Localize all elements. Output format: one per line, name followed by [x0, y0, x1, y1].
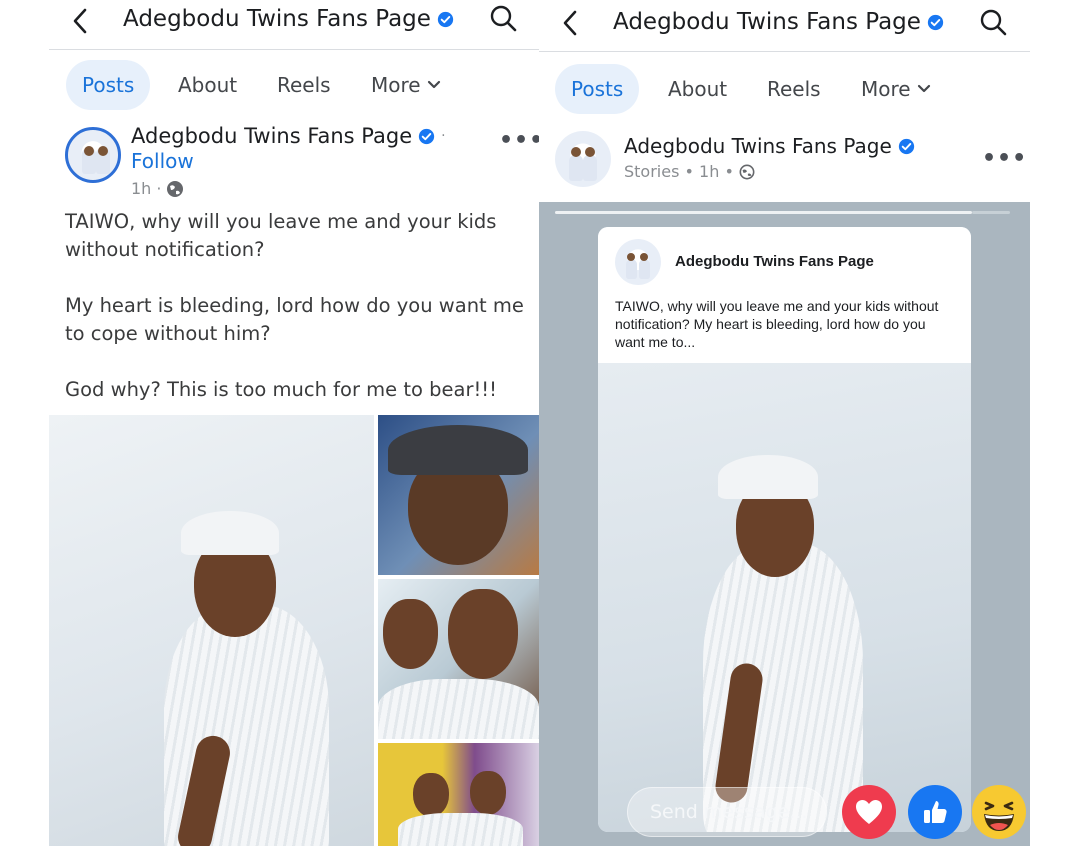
- top-bar: Adegbodu Twins Fans Page: [539, 0, 1030, 52]
- globe-icon: [739, 164, 755, 179]
- tab-more-label: More: [861, 77, 911, 101]
- search-icon[interactable]: [979, 8, 1009, 38]
- chevron-down-icon: [427, 80, 440, 89]
- back-arrow-icon[interactable]: [555, 8, 585, 38]
- post-photo-3[interactable]: [378, 579, 539, 739]
- post-photo-main[interactable]: [49, 415, 374, 846]
- tab-about-label: About: [668, 77, 728, 101]
- post-paragraph: God why? This is too much for me to bear…: [65, 378, 497, 401]
- post-author-text: Adegbodu Twins Fans Page: [131, 124, 413, 148]
- tab-posts-label: Posts: [571, 77, 624, 101]
- verified-badge-icon: [419, 128, 435, 144]
- story-card-author: Adegbodu Twins Fans Page: [675, 253, 874, 270]
- verified-badge-icon: [927, 14, 944, 30]
- tab-more-label: More: [371, 73, 421, 97]
- page-title-text: Adegbodu Twins Fans Page: [613, 9, 921, 35]
- tab-reels-label: Reels: [277, 73, 331, 97]
- follow-link[interactable]: Follow: [131, 149, 194, 173]
- story-card-photo: [598, 363, 971, 832]
- story-progress-remaining: [972, 211, 1010, 214]
- story-card-avatar: [615, 239, 661, 285]
- left-screen: Adegbodu Twins Fans Page Posts About Ree…: [49, 0, 539, 846]
- page-tabs: Posts About Reels More: [49, 60, 539, 110]
- tab-posts-label: Posts: [82, 73, 135, 97]
- post-body: TAIWO, why will you leave me and your ki…: [65, 208, 525, 432]
- page-tabs: Posts About Reels More: [539, 64, 1030, 114]
- heart-reaction-icon[interactable]: [842, 785, 896, 839]
- top-bar: Adegbodu Twins Fans Page: [49, 0, 539, 50]
- haha-reaction-icon[interactable]: [972, 785, 1026, 839]
- tab-about[interactable]: About: [652, 64, 743, 114]
- page-avatar[interactable]: [65, 127, 121, 183]
- tab-reels-label: Reels: [767, 77, 821, 101]
- tab-reels[interactable]: Reels: [751, 64, 837, 114]
- post-photo-4[interactable]: [378, 743, 539, 846]
- story-progress-bar: [555, 211, 972, 214]
- page-title: Adegbodu Twins Fans Page: [613, 9, 944, 35]
- tab-posts[interactable]: Posts: [66, 60, 151, 110]
- send-message-placeholder: Send message...: [650, 801, 808, 823]
- page-title-text: Adegbodu Twins Fans Page: [123, 6, 431, 32]
- story-card-text: TAIWO, why will you leave me and your ki…: [615, 298, 939, 350]
- tab-about[interactable]: About: [162, 60, 253, 110]
- post-meta-text: Stories • 1h •: [624, 162, 734, 181]
- page-title: Adegbodu Twins Fans Page: [123, 6, 454, 32]
- more-dots-icon[interactable]: •••: [499, 128, 539, 153]
- post-paragraph: My heart is bleeding, lord how do you wa…: [65, 294, 524, 345]
- page-avatar[interactable]: [555, 131, 611, 187]
- right-screen: Adegbodu Twins Fans Page Posts About Ree…: [539, 0, 1030, 846]
- tab-reels[interactable]: Reels: [261, 60, 347, 110]
- story-card[interactable]: Adegbodu Twins Fans Page TAIWO, why will…: [598, 227, 971, 832]
- tab-posts[interactable]: Posts: [555, 64, 640, 114]
- search-icon[interactable]: [489, 4, 519, 34]
- tab-more[interactable]: More: [355, 60, 457, 110]
- like-reaction-icon[interactable]: [908, 785, 962, 839]
- tab-more[interactable]: More: [845, 64, 947, 114]
- meta-separator: ·: [156, 179, 162, 198]
- tab-about-label: About: [178, 73, 238, 97]
- post-author-text: Adegbodu Twins Fans Page: [624, 134, 892, 158]
- post-author[interactable]: Adegbodu Twins Fans Page ·: [131, 124, 446, 148]
- verified-badge-icon: [898, 138, 914, 154]
- post-meta: 1h ·: [131, 179, 184, 198]
- verified-badge-icon: [437, 11, 454, 27]
- post-time: 1h: [131, 179, 152, 198]
- story-card-header: Adegbodu Twins Fans Page TAIWO, why will…: [598, 227, 971, 363]
- post-photo-2[interactable]: [378, 415, 539, 575]
- separator-dot: ·: [441, 128, 446, 144]
- more-dots-icon[interactable]: •••: [982, 146, 1027, 171]
- globe-icon: [167, 180, 184, 197]
- send-message-input[interactable]: Send message...: [627, 787, 827, 837]
- post-meta: Stories • 1h •: [624, 162, 755, 181]
- post-author[interactable]: Adegbodu Twins Fans Page: [624, 134, 915, 158]
- chevron-down-icon: [917, 84, 930, 93]
- post-paragraph: TAIWO, why will you leave me and your ki…: [65, 210, 497, 261]
- back-arrow-icon[interactable]: [65, 6, 95, 36]
